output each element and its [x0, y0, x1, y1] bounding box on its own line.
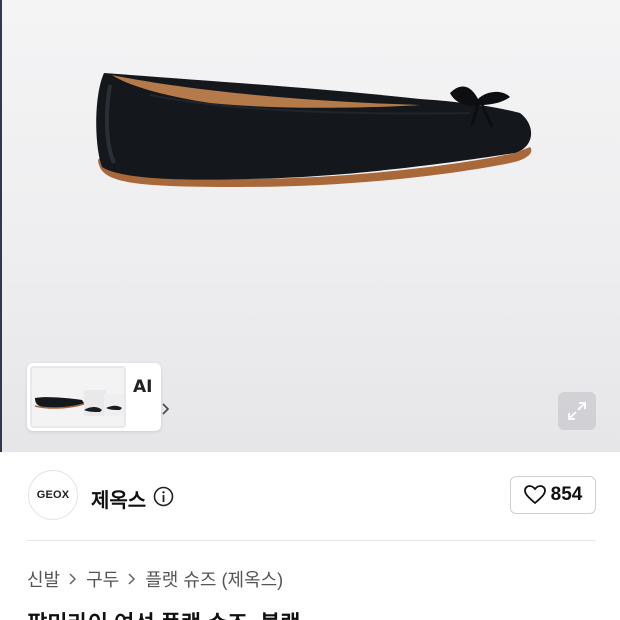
expand-image-button[interactable]	[558, 392, 596, 430]
like-button[interactable]: 854	[510, 476, 596, 514]
ai-label: AI	[133, 377, 153, 397]
brand-row: GEOX 제옥스 854	[0, 452, 620, 540]
like-count: 854	[550, 484, 583, 505]
gallery-thumbnail-card[interactable]: AI	[27, 363, 170, 431]
divider	[27, 540, 596, 541]
left-edge-line	[0, 0, 2, 452]
breadcrumb-item[interactable]: 신발	[27, 566, 60, 592]
product-image	[96, 73, 532, 187]
expand-icon	[568, 402, 586, 420]
chevron-right-icon	[128, 573, 136, 585]
product-title: 팔미라이 여성 플랫 슈즈, 블랙	[27, 606, 300, 620]
heart-icon	[523, 485, 546, 505]
brand-logo[interactable]: GEOX	[28, 470, 78, 520]
breadcrumb: 신발 구두 플랫 슈즈 (제옥스)	[27, 566, 283, 592]
brand-name[interactable]: 제옥스	[91, 484, 146, 513]
brand-logo-text: GEOX	[36, 489, 70, 501]
info-icon[interactable]	[153, 486, 174, 507]
breadcrumb-item[interactable]: 플랫 슈즈 (제옥스)	[145, 566, 283, 592]
product-image-area[interactable]: AI	[0, 0, 620, 452]
chevron-right-icon[interactable]	[159, 402, 173, 416]
chevron-right-icon	[69, 573, 77, 585]
breadcrumb-item[interactable]: 구두	[86, 566, 119, 592]
gallery-thumbnail[interactable]	[30, 366, 126, 428]
